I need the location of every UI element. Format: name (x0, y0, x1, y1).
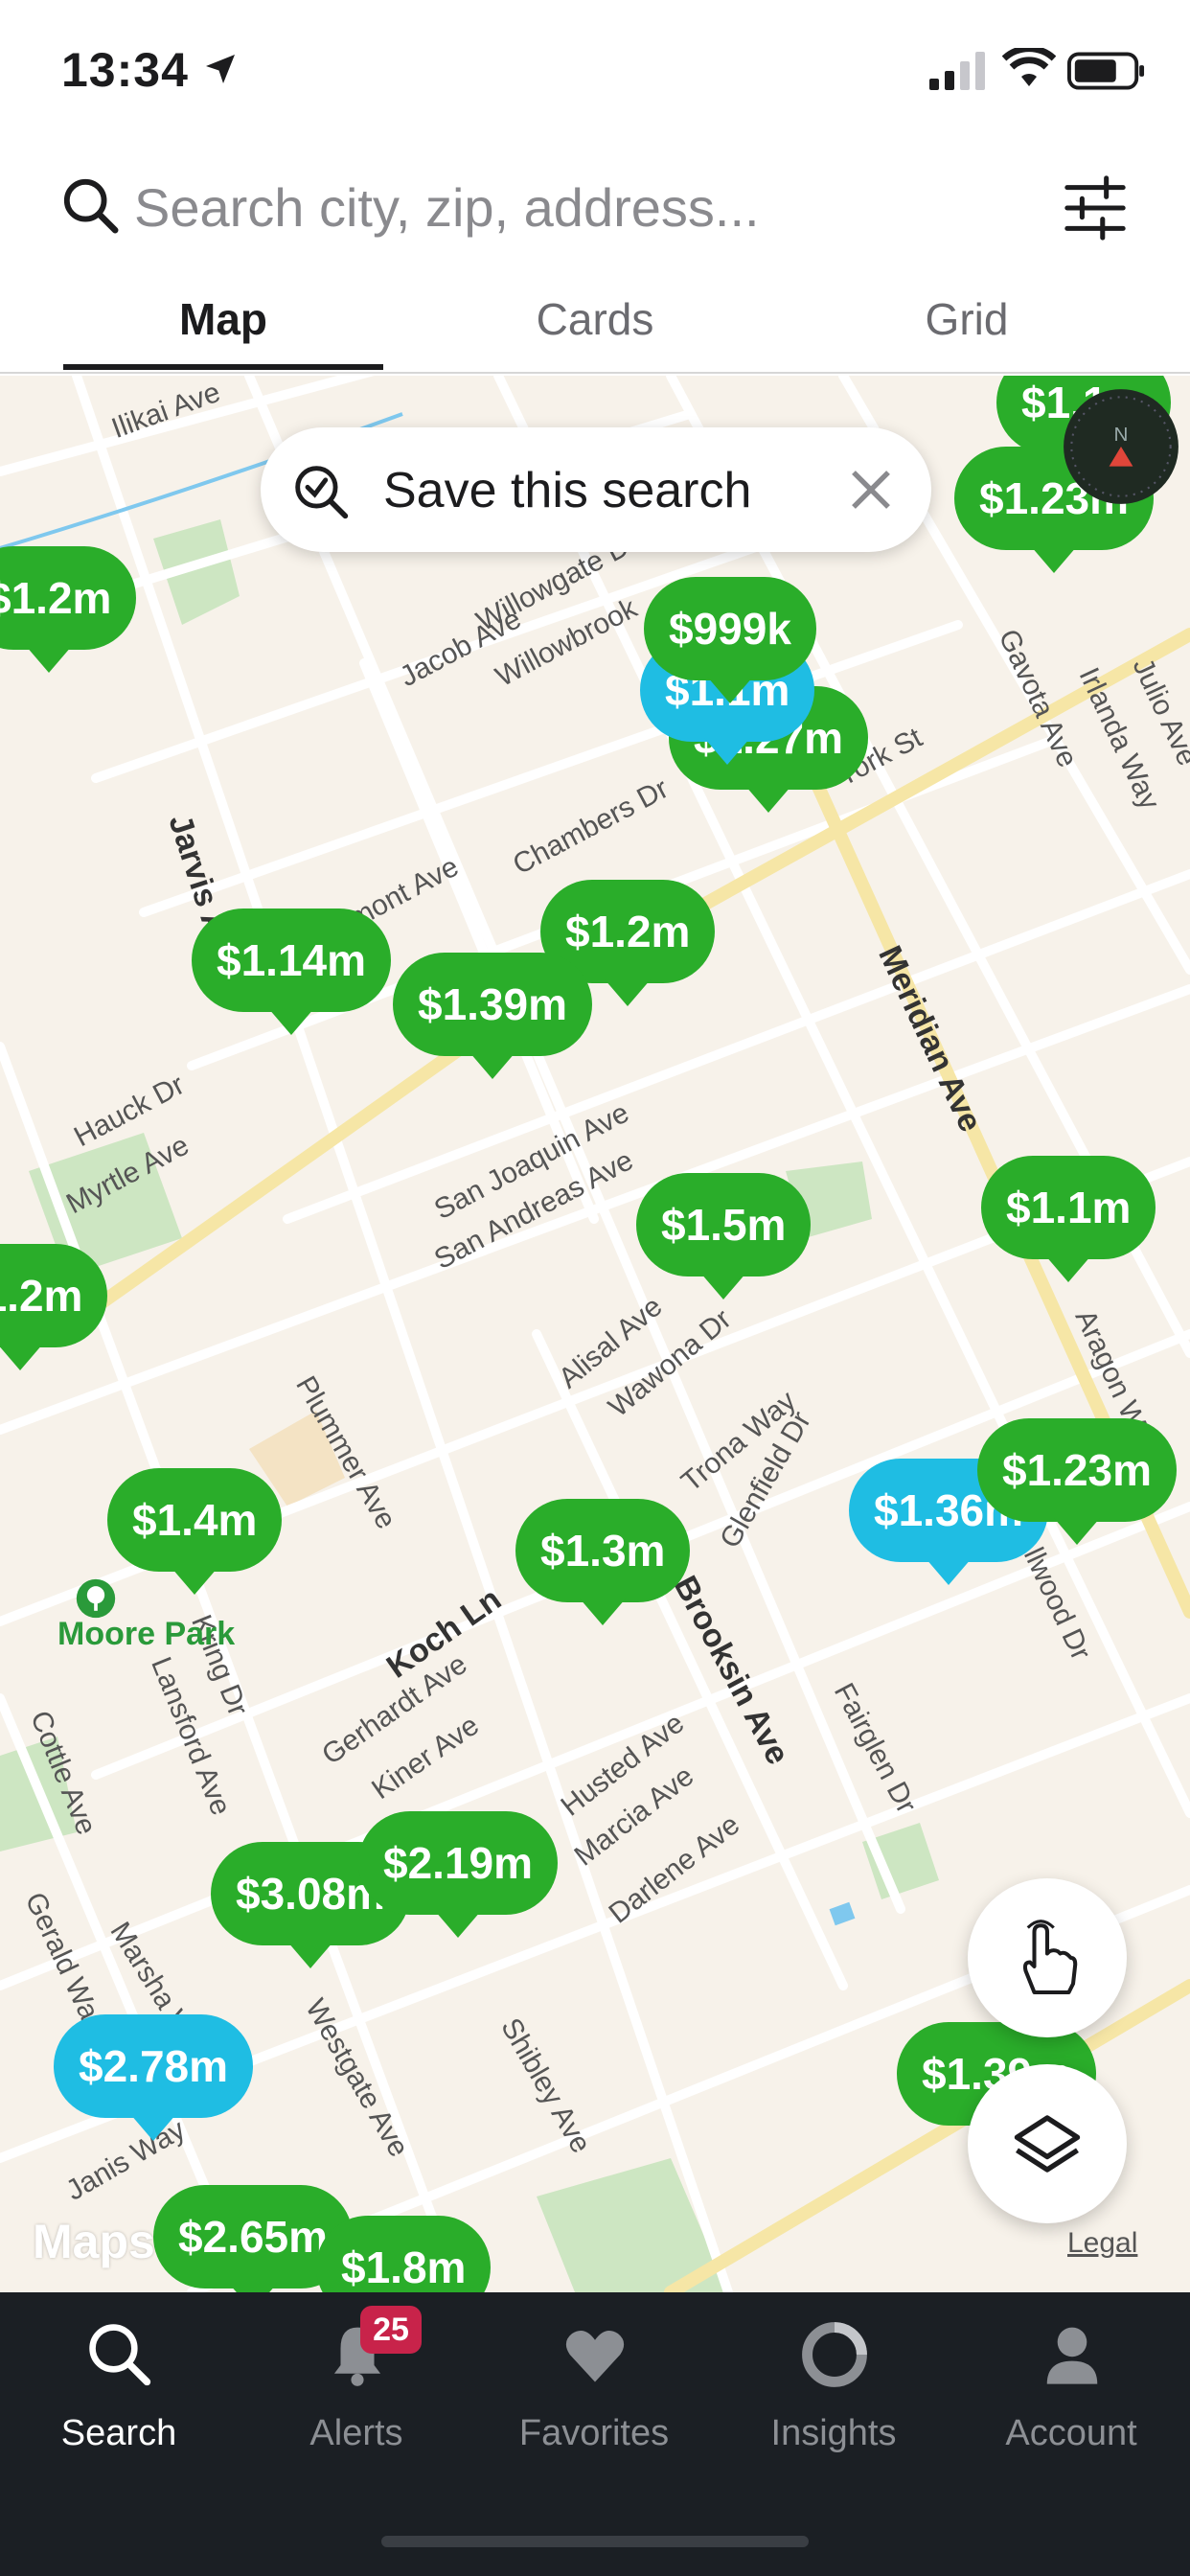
nav-favorites[interactable]: Favorites (475, 2321, 713, 2465)
price-pin[interactable]: $1.4m (107, 1468, 283, 1595)
search-icon (63, 178, 119, 234)
svg-text:N: N (1114, 424, 1129, 446)
insights-icon (802, 2322, 867, 2387)
nav-search[interactable]: Search (0, 2321, 238, 2465)
compass-icon[interactable]: N (1062, 387, 1180, 506)
legal-link[interactable]: Legal (1067, 2227, 1137, 2260)
price-pin[interactable]: $1.3m (515, 1499, 691, 1625)
bottom-tab-bar: Search Alerts Favorites Insights Account (0, 2292, 1190, 2576)
tab-cards[interactable]: Cards (435, 293, 755, 374)
price-pin[interactable]: $1.14m (192, 908, 392, 1035)
save-search-button[interactable]: Save this search (261, 427, 931, 552)
search-bar (0, 144, 1190, 274)
map-view[interactable]: Ilikai Ave Jacob Ave Willowgate Dr Willo… (0, 376, 1190, 2292)
price-pin[interactable]: $1.1m (981, 1156, 1156, 1282)
hand-pointer-icon (1022, 1920, 1078, 1995)
active-tab-indicator (63, 364, 383, 370)
draw-area-button[interactable] (968, 1878, 1127, 2037)
price-pin[interactable]: $1.23m (977, 1418, 1178, 1545)
price-pin[interactable]: $1.8m (316, 2216, 492, 2292)
nav-insights[interactable]: Insights (715, 2321, 952, 2465)
tab-map[interactable]: Map (63, 293, 383, 374)
nav-label: Account (1005, 2413, 1137, 2453)
view-tabs: Map Cards Grid (0, 274, 1190, 374)
search-check-icon (295, 466, 349, 519)
price-pin[interactable]: $1.39m (393, 953, 593, 1079)
alerts-badge: 25 (360, 2306, 422, 2354)
nav-label: Favorites (518, 2413, 670, 2453)
status-bar: 13:34 (0, 0, 1190, 144)
status-time: 13:34 (61, 43, 189, 97)
person-icon (1046, 2327, 1098, 2384)
price-pin[interactable]: $2.19m (358, 1811, 559, 1938)
home-indicator (381, 2536, 809, 2547)
filter-sliders-icon[interactable] (1062, 174, 1129, 242)
nav-account[interactable]: Account (952, 2321, 1190, 2465)
nav-label: Alerts (309, 2413, 403, 2453)
save-search-label: Save this search (383, 463, 752, 518)
close-icon[interactable] (845, 464, 897, 516)
price-pin[interactable]: $2.78m (54, 2014, 254, 2141)
layers-icon (1014, 2115, 1081, 2173)
price-pin[interactable]: $999k (644, 577, 816, 703)
nav-alerts[interactable]: Alerts (238, 2321, 475, 2465)
location-arrow-icon (206, 55, 235, 83)
park-tree-icon (76, 1578, 116, 1619)
map-layers-button[interactable] (968, 2064, 1127, 2223)
price-pin[interactable]: $1.2m (0, 546, 137, 673)
search-icon (89, 2324, 151, 2386)
apple-maps-logo: Maps (33, 2215, 155, 2268)
battery-icon (1067, 52, 1145, 90)
nav-label: Insights (770, 2413, 897, 2453)
tab-grid[interactable]: Grid (807, 293, 1127, 374)
heart-icon (565, 2330, 625, 2382)
wifi-icon (1002, 48, 1056, 86)
price-pin[interactable]: $1.5m (636, 1173, 812, 1300)
nav-label: Search (60, 2413, 177, 2453)
price-pin[interactable]: $1.2m (0, 1244, 108, 1370)
search-input[interactable] (134, 171, 920, 243)
park-label: Moore Park (57, 1616, 236, 1652)
cellular-signal-icon (929, 52, 985, 90)
